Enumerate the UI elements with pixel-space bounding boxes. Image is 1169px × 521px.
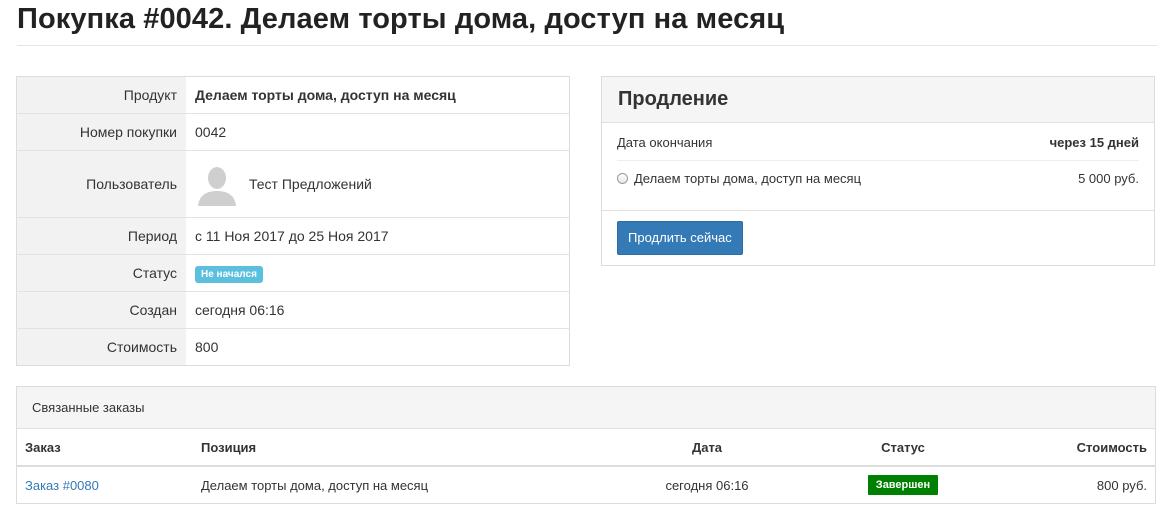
end-date-row: Дата окончания через 15 дней <box>617 123 1139 161</box>
renewal-panel: Продление Дата окончания через 15 дней Д… <box>601 76 1155 266</box>
cost-label: Стоимость <box>16 328 186 366</box>
order-link[interactable]: Заказ #0080 <box>25 478 99 493</box>
status-label: Статус <box>16 254 186 292</box>
details-row-cost: Стоимость 800 <box>16 328 570 366</box>
renew-now-button[interactable]: Продлить сейчас <box>617 221 743 255</box>
renewal-title: Продление <box>602 77 1154 123</box>
related-orders-panel: Связанные заказы Заказ Позиция Дата Стат… <box>16 386 1156 504</box>
purchase-number-label: Номер покупки <box>16 113 186 151</box>
related-orders-table: Заказ Позиция Дата Статус Стоимость Зака… <box>17 429 1155 503</box>
column-cost: Стоимость <box>1031 429 1155 467</box>
renewal-option-label: Делаем торты дома, доступ на месяц <box>634 170 862 186</box>
renewal-option-price: 5 000 руб. <box>1078 170 1139 186</box>
column-status: Статус <box>775 429 1031 467</box>
user-label: Пользователь <box>16 150 186 218</box>
purchase-number-value: 0042 <box>186 113 570 151</box>
cost-value: 800 <box>186 328 570 366</box>
title-divider <box>17 45 1157 46</box>
created-label: Создан <box>16 291 186 329</box>
avatar-icon <box>195 162 239 206</box>
status-badge: Не начался <box>195 265 263 283</box>
purchase-details-table: Продукт Делаем торты дома, доступ на мес… <box>16 76 570 366</box>
user-info: Тест Предложений <box>195 162 560 206</box>
order-status-badge: Завершен <box>867 475 939 495</box>
product-label: Продукт <box>16 76 186 114</box>
end-date-value: через 15 дней <box>1049 135 1139 150</box>
table-header-row: Заказ Позиция Дата Статус Стоимость <box>17 429 1155 467</box>
column-order: Заказ <box>17 429 193 467</box>
table-row: Заказ #0080 Делаем торты дома, доступ на… <box>17 466 1155 503</box>
order-item: Делаем торты дома, доступ на месяц <box>201 477 429 493</box>
details-row-created: Создан сегодня 06:16 <box>16 291 570 329</box>
renewal-option-radio[interactable] <box>617 172 628 184</box>
details-row-period: Период с 11 Ноя 2017 до 25 Ноя 2017 <box>16 217 570 255</box>
related-orders-title: Связанные заказы <box>17 387 1155 429</box>
column-item: Позиция <box>193 429 639 467</box>
column-date: Дата <box>639 429 775 467</box>
order-cost: 800 руб. <box>1096 477 1147 493</box>
created-value: сегодня 06:16 <box>186 291 570 329</box>
renewal-option[interactable]: Делаем торты дома, доступ на месяц 5 000… <box>617 161 1139 195</box>
end-date-label: Дата окончания <box>617 135 713 150</box>
details-row-product: Продукт Делаем торты дома, доступ на мес… <box>16 76 570 114</box>
period-label: Период <box>16 217 186 255</box>
details-row-status: Статус Не начался <box>16 254 570 292</box>
user-name: Тест Предложений <box>249 176 372 192</box>
details-row-number: Номер покупки 0042 <box>16 113 570 151</box>
period-value: с 11 Ноя 2017 до 25 Ноя 2017 <box>186 217 570 255</box>
order-date: сегодня 06:16 <box>665 477 749 493</box>
page-title: Покупка #0042. Делаем торты дома, доступ… <box>17 3 785 35</box>
details-row-user: Пользователь Тест Предложений <box>16 150 570 218</box>
product-value: Делаем торты дома, доступ на месяц <box>186 76 570 114</box>
